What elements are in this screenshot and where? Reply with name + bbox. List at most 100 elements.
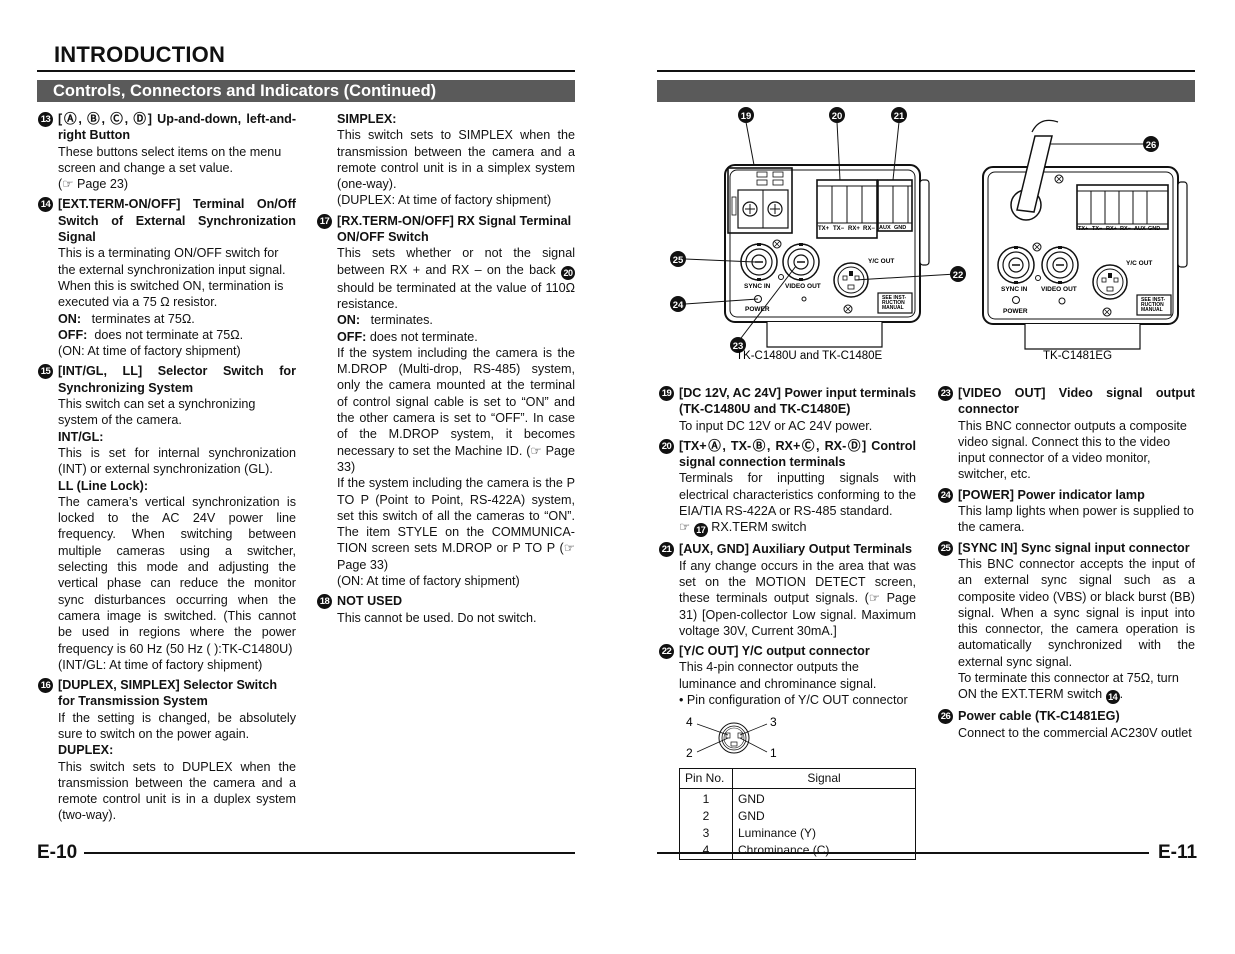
item-body: This sets whether or not the signal betw…: [337, 246, 575, 311]
left-column-1: 13 [Ⓐ, Ⓑ, Ⓒ, Ⓓ] Up-and-down, left-and-ri…: [38, 111, 296, 828]
factory-default: (INT/GL: At time of factory shipment): [58, 657, 263, 672]
callout-25-marker: 25: [670, 251, 686, 267]
page-title: INTRODUCTION: [54, 42, 226, 67]
svg-text:RX−: RX−: [1120, 226, 1131, 232]
off-setting: OFF: does not terminate at 75Ω.: [58, 327, 244, 342]
power-label: POWER: [745, 306, 770, 313]
item-heading: [DUPLEX, SIMPLEX] Selector Switch for Tr…: [58, 678, 278, 709]
item-body: Connect to the commercial AC230V outlet: [958, 725, 1192, 740]
left-column-2: SIMPLEX: This switch sets to SIMPLEX whe…: [317, 111, 575, 630]
item-15: 15 [INT/GL, LL] Selector Switch for Sync…: [38, 363, 296, 673]
item-heading: [Ⓐ, Ⓑ, Ⓒ, Ⓓ] Up-and-down, left-and-right…: [58, 112, 297, 143]
item-body: This 4-pin connector outputs the luminan…: [679, 660, 877, 691]
item-16-continued: SIMPLEX: This switch sets to SIMPLEX whe…: [317, 111, 575, 209]
item-16: 16 [DUPLEX, SIMPLEX] Selector Switch for…: [38, 677, 296, 824]
table-header: Signal: [732, 768, 916, 789]
terminal-label-tx-minus: TX−: [833, 226, 845, 232]
item-body: Terminals for inputting signals with ele…: [679, 471, 916, 519]
sub-label: SIMPLEX:: [337, 112, 397, 126]
item-paragraph: If the system including the camera is th…: [337, 345, 575, 474]
callout-ref-17: 17: [693, 523, 708, 538]
item-heading: [EXT.TERM-ON/OFF] Terminal On/Off Switch…: [58, 197, 296, 245]
item-body: These buttons select items on the menu s…: [58, 144, 282, 175]
item-body: This BNC connector outputs a composite v…: [958, 418, 1187, 482]
item-heading: [SYNC IN] Sync signal input connector: [958, 540, 1190, 555]
figure-caption-right: TK-C1481EG: [1043, 350, 1112, 362]
sub-label: INT/GL:: [58, 429, 104, 444]
callout-16: 16: [38, 678, 53, 694]
pin-label-4: 4: [686, 715, 693, 729]
footer-rule-right: [657, 852, 1149, 854]
terminal-label-rx-plus: RX+: [848, 226, 860, 232]
svg-text:MANUAL: MANUAL: [1141, 307, 1163, 313]
item-23: 23 [VIDEO OUT] Video signal output conne…: [938, 385, 1195, 483]
camera-diagram-tk-c1480: TX+ TX− RX+ RX− AUX GND SYNC IN VIDEO OU…: [684, 121, 957, 348]
factory-default: (ON: At time of factory shipment): [58, 344, 241, 359]
callout-24: 24: [938, 487, 953, 503]
item-17: 17 [RX.TERM-ON/OFF] RX Signal Terminal O…: [317, 213, 575, 590]
item-heading: [VIDEO OUT] Video signal output connecto…: [958, 386, 1195, 417]
svg-text:VIDEO OUT: VIDEO OUT: [1041, 286, 1077, 293]
yc-out-pin-diagram: 4 3 2 1: [686, 715, 777, 760]
callout-14: 14: [38, 197, 53, 213]
page-number-right: E-11: [1158, 842, 1198, 863]
svg-text:SYNC IN: SYNC IN: [1001, 286, 1028, 293]
svg-text:24: 24: [673, 300, 684, 311]
page-number-left: E-10: [37, 842, 78, 863]
terminal-label-tx-plus: TX+: [818, 226, 830, 232]
item-heading: Power cable (TK-C1481EG): [958, 709, 1120, 724]
callout-21: 21: [659, 542, 674, 558]
sub-text: The camera’s vertical synchronization is…: [58, 494, 296, 656]
right-column-1: 19 [DC 12V, AC 24V] Power input terminal…: [659, 385, 916, 864]
svg-text:19: 19: [741, 111, 752, 122]
on-setting: ON: terminates at 75Ω.: [58, 311, 195, 326]
callout-25: 25: [938, 540, 953, 556]
callout-18: 18: [317, 594, 332, 610]
svg-text:GND: GND: [1148, 226, 1160, 232]
figure-caption-left: TK-C1480U and TK-C1480E: [736, 350, 882, 362]
item-21: 21 [AUX, GND] Auxiliary Output Terminals…: [659, 541, 916, 639]
callout-20-marker: 20: [829, 107, 845, 123]
pin-label-1: 1: [770, 746, 777, 760]
item-26: 26 Power cable (TK-C1481EG) Connect to t…: [938, 708, 1195, 741]
table-header: Pin No.: [679, 768, 733, 789]
pin-signal-table: Pin No. Signal 1 GND 2 GND 3 Luminance (Y) …: [679, 768, 916, 860]
callout-19: 19: [659, 386, 674, 401]
svg-text:AUX: AUX: [1134, 226, 1146, 232]
item-24: 24 [POWER] Power indicator lamp This lam…: [938, 487, 1195, 536]
item-body: This is a terminating ON/OFF switch for …: [58, 246, 286, 310]
callout-ref-20: 20: [561, 265, 575, 280]
title-rule: [37, 70, 575, 72]
camera-rear-diagrams: TX+ TX− RX+ RX− AUX GND SYNC IN VIDEO OU…: [670, 107, 1188, 362]
svg-text:RX+: RX+: [1106, 226, 1117, 232]
down-button-icon: Ⓑ: [87, 112, 102, 126]
item-heading: [TX+Ⓐ, TX-Ⓑ, RX+Ⓒ, RX-Ⓓ] Control signal …: [679, 438, 916, 470]
svg-text:Y/C OUT: Y/C OUT: [1126, 260, 1152, 267]
item-heading: [AUX, GND] Auxiliary Output Terminals: [679, 542, 913, 557]
off-setting: OFF: does not terminate.: [337, 329, 478, 344]
item-heading: [RX.TERM-ON/OFF] RX Signal Terminal ON/O…: [337, 213, 572, 245]
item-heading: [DC 12V, AC 24V] Power input terminals (…: [679, 386, 917, 417]
title-rule-right: [657, 70, 1195, 72]
on-setting: ON: terminates.: [337, 313, 433, 328]
table-row: 2 GND: [679, 807, 916, 825]
terminal-label-aux: AUX: [879, 225, 891, 231]
callout-15: 15: [38, 364, 53, 380]
sync-in-label: SYNC IN: [744, 283, 771, 290]
table-header-row: Pin No. Signal: [679, 768, 916, 789]
item-body: This cannot be used. Do not switch.: [337, 610, 537, 625]
callout-21-marker: 21: [891, 107, 907, 123]
item-paragraph: If the system including the camera is th…: [337, 476, 575, 572]
item-25: 25 [SYNC IN] Sync signal input connector…: [938, 540, 1195, 705]
callout-13: 13: [38, 112, 53, 127]
up-button-icon: Ⓐ: [62, 112, 79, 126]
callout-19-marker: 19: [738, 107, 754, 123]
item-body-2: To terminate this connector at 75Ω, turn…: [958, 671, 1179, 705]
item-heading: [Y/C OUT] Y/C output connector: [679, 644, 870, 659]
svg-text:POWER: POWER: [1003, 308, 1028, 315]
svg-text:TX−: TX−: [1092, 226, 1102, 232]
table-row: 4 Chrominance (C): [679, 841, 916, 860]
svg-text:20: 20: [832, 111, 843, 122]
section-title: Controls, Connectors and Indicators (Con…: [53, 82, 437, 100]
sub-label: DUPLEX:: [58, 743, 114, 758]
